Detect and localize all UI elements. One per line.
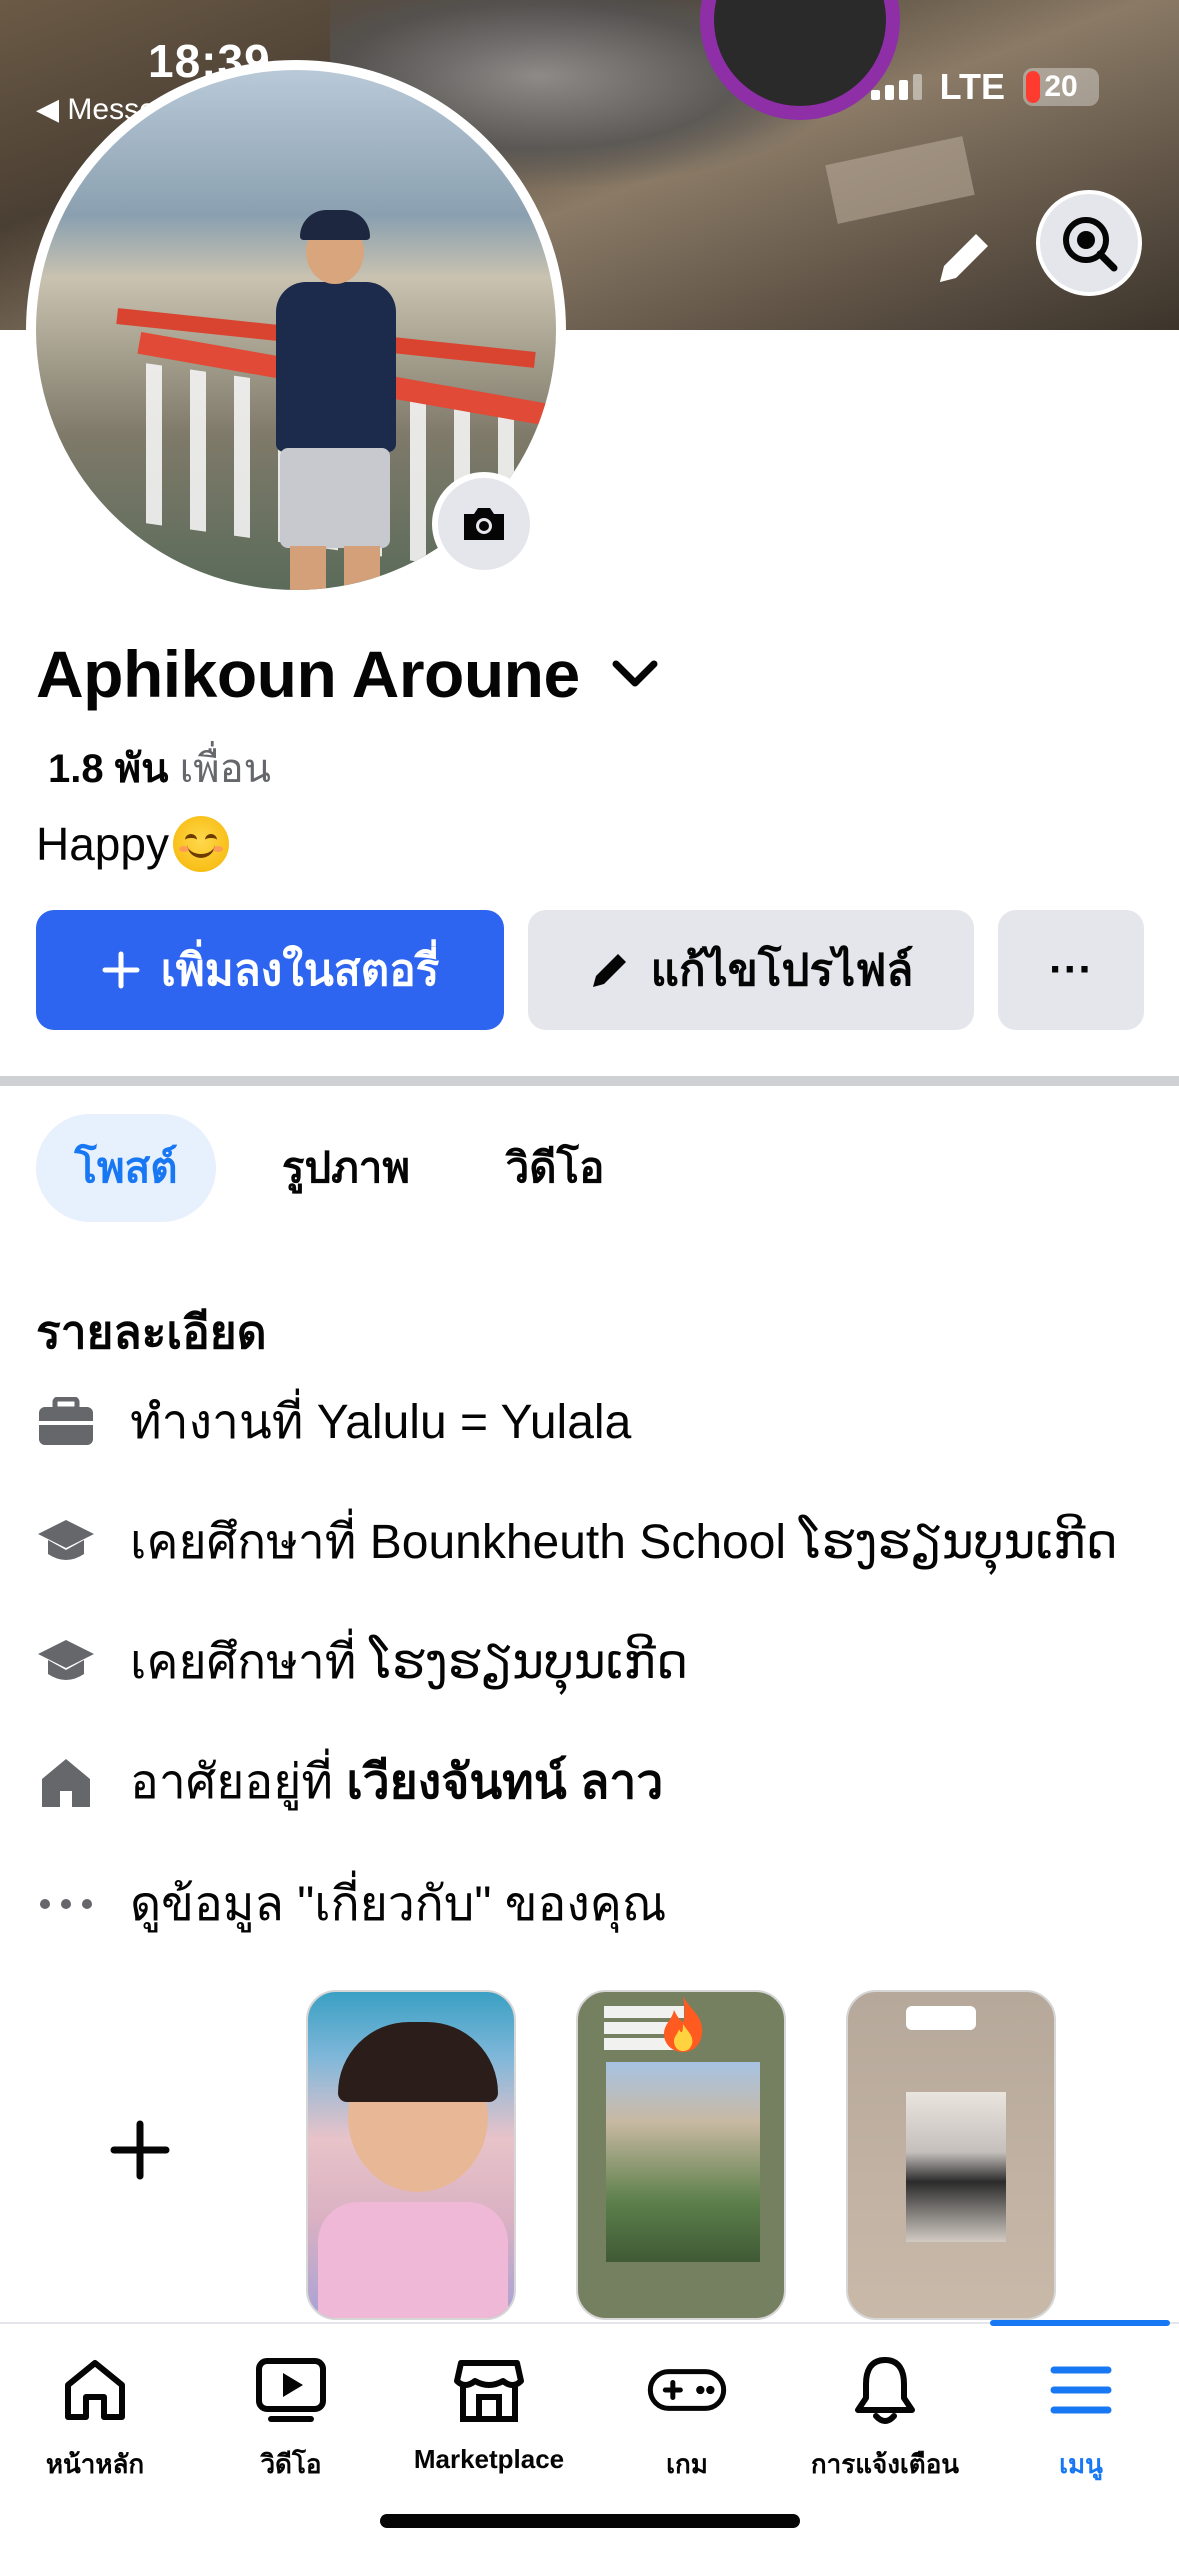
- home-icon: [65, 2360, 125, 2420]
- detail-lives-place: เวียงจันทน์ ลาว: [346, 1756, 664, 1809]
- section-divider: [0, 1076, 1179, 1086]
- tab-posts[interactable]: โพสต์: [36, 1114, 216, 1222]
- gaming-icon: [647, 2369, 727, 2411]
- menu-icon: [1050, 2366, 1112, 2414]
- detail-see-about[interactable]: ดูข้อมูล "เกี่ยวกับ" ของคุณ: [36, 1866, 666, 1942]
- nav-gaming[interactable]: เกม: [592, 2350, 782, 2485]
- graduation-cap-icon: [38, 1640, 94, 1680]
- camera-icon: [464, 508, 504, 540]
- smiling-emoji-icon: [172, 816, 229, 872]
- graduation-cap-icon: [38, 1520, 94, 1560]
- profile-person: [266, 210, 396, 590]
- nav-notifications-label: การแจ้งเตือน: [810, 2449, 960, 2479]
- friends-count[interactable]: 1.8 พัน เพื่อน: [48, 736, 271, 800]
- tab-photos[interactable]: รูปภาพ: [246, 1114, 446, 1222]
- profile-bio: Happy: [36, 816, 229, 872]
- friends-label: เพื่อน: [179, 747, 271, 791]
- detail-education-1[interactable]: เคยศึกษาที่ Bounkheuth School ໂຮງຮຽນບຸນເ…: [36, 1504, 1118, 1580]
- nav-home-label: หน้าหลัก: [45, 2449, 145, 2479]
- edit-profile-label: แก้ไขโปรไฟล์: [650, 946, 914, 995]
- nav-home[interactable]: หน้าหลัก: [0, 2350, 190, 2485]
- nav-marketplace[interactable]: Marketplace: [394, 2350, 584, 2475]
- details-title: รายละเอียด: [36, 1306, 267, 1358]
- nav-notifications[interactable]: การแจ้งเตือน: [790, 2350, 980, 2485]
- edit-cover-pencil-icon[interactable]: [930, 222, 1000, 292]
- friends-number: 1.8 พัน: [48, 747, 169, 791]
- status-indicators: LTE 20: [870, 66, 1099, 108]
- featured-item-3[interactable]: [846, 1990, 1056, 2320]
- camera-icon: [1063, 217, 1118, 272]
- detail-lives-prefix: อาศัยอยู่ที่: [130, 1756, 347, 1809]
- pencil-icon: [592, 954, 626, 987]
- tab-videos[interactable]: วิดีโอ: [470, 1114, 640, 1222]
- battery-level: 20: [1044, 70, 1078, 103]
- profile-name-row[interactable]: Aphikoun Aroune: [36, 636, 660, 712]
- nav-menu[interactable]: เมนู: [986, 2350, 1176, 2485]
- featured-item-1[interactable]: [306, 1990, 516, 2320]
- bell-icon: [855, 2357, 915, 2424]
- more-options-button[interactable]: ···: [998, 910, 1144, 1030]
- cover-camera-button[interactable]: [1036, 190, 1142, 296]
- profile-name: Aphikoun Aroune: [36, 637, 580, 711]
- battery-icon: 20: [1023, 68, 1099, 106]
- detail-education-2[interactable]: เคยศึกษาที่ ໂຮງຮຽນບຸນເກີດ: [36, 1624, 688, 1700]
- nav-video-label: วิดีโอ: [260, 2449, 322, 2479]
- add-to-story-label: เพิ่มลงในสตอรี่: [160, 946, 440, 995]
- featured-item-2[interactable]: [576, 1990, 786, 2320]
- house-icon: [42, 1759, 90, 1807]
- bio-text: Happy: [36, 818, 169, 870]
- nav-gaming-label: เกม: [666, 2449, 708, 2479]
- briefcase-icon: [39, 1397, 93, 1445]
- marketplace-icon: [454, 2360, 524, 2422]
- add-featured-plus-icon[interactable]: [100, 2110, 180, 2190]
- profile-picture-camera-button[interactable]: [432, 472, 536, 576]
- network-type: LTE: [939, 66, 1005, 107]
- detail-see-about-text: ดูข้อมูล "เกี่ยวกับ" ของคุณ: [130, 1878, 667, 1931]
- more-options-label: ···: [1049, 945, 1093, 994]
- nav-video[interactable]: วิดีโอ: [196, 2350, 386, 2485]
- add-to-story-button[interactable]: เพิ่มลงในสตอรี่: [36, 910, 504, 1030]
- detail-education-2-text: เคยศึกษาที่ ໂຮງຮຽນບຸນເກີດ: [130, 1636, 688, 1689]
- signal-icon: [870, 74, 922, 100]
- detail-education-1-text: เคยศึกษาที่ Bounkheuth School ໂຮງຮຽນບຸນເ…: [130, 1516, 1118, 1569]
- detail-work[interactable]: ทำงานที่ Yalulu = Yulala: [36, 1384, 631, 1460]
- video-icon: [256, 2358, 326, 2422]
- nav-menu-label: เมนู: [1059, 2449, 1103, 2479]
- home-indicator[interactable]: [380, 2514, 800, 2528]
- fire-icon: [664, 1996, 703, 2052]
- edit-profile-button[interactable]: แก้ไขโปรไฟล์: [528, 910, 974, 1030]
- nav-marketplace-label: Marketplace: [413, 2444, 565, 2474]
- detail-lives-in[interactable]: อาศัยอยู่ที่ เวียงจันทน์ ลาว: [36, 1744, 663, 1820]
- plus-icon: [102, 951, 140, 989]
- detail-work-text: ทำงานที่ Yalulu = Yulala: [130, 1396, 632, 1449]
- active-tab-indicator: [990, 2320, 1170, 2326]
- chevron-down-icon[interactable]: [610, 654, 660, 694]
- more-dots-icon: [40, 1899, 92, 1909]
